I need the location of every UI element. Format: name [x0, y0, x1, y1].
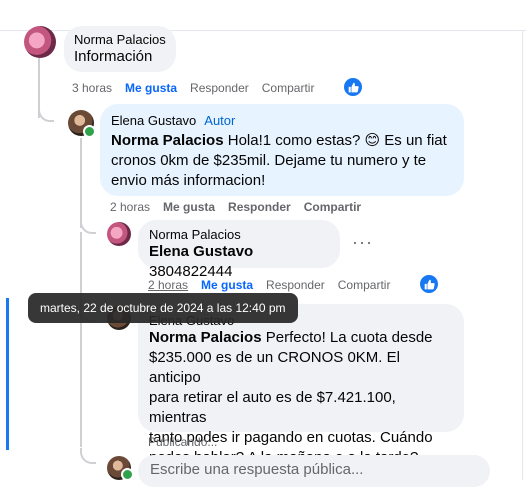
share-button[interactable]: Compartir	[338, 278, 391, 292]
timestamp-tooltip: martes, 22 de octubre de 2024 a las 12:4…	[28, 293, 298, 323]
reply-button[interactable]: Responder	[190, 81, 249, 95]
like-icon[interactable]	[344, 78, 362, 96]
comment-author[interactable]: Elena Gustavo	[111, 113, 196, 128]
like-button[interactable]: Me gusta	[125, 81, 177, 95]
comment-time[interactable]: 3 horas	[72, 81, 112, 95]
mention-link[interactable]: Norma Palacios	[149, 329, 262, 346]
comment-author[interactable]: Norma Palacios	[74, 32, 166, 47]
share-button[interactable]: Compartir	[262, 81, 315, 95]
thread-connector	[38, 106, 54, 122]
comment-text: Elena Gustavo 3804822444	[149, 242, 329, 282]
text-line: $235.000 es de un CRONOS 0KM. El anticip…	[149, 349, 400, 386]
text-line: para retirar el auto es de $7.421.100, m…	[149, 389, 396, 426]
reply-button[interactable]: Responder	[228, 200, 291, 214]
thread-connector	[80, 218, 96, 234]
text-line: Perfecto! La cuota desde	[261, 329, 433, 346]
comment-actions: 3 horas Me gusta Responder Compartir	[72, 81, 327, 95]
avatar[interactable]	[24, 26, 56, 58]
comment-actions: 2 horas Me gusta Responder Compartir	[148, 278, 403, 292]
like-icon[interactable]	[420, 275, 438, 293]
share-button[interactable]: Compartir	[304, 200, 361, 214]
text-line: cronos 0km de $235mil. Dejame tu numero …	[111, 152, 427, 169]
like-button[interactable]: Me gusta	[201, 278, 253, 292]
comment-bubble: Elena Gustavo Norma Palacios Perfecto! L…	[138, 304, 464, 466]
thread-line	[80, 232, 82, 447]
comment-time[interactable]: 2 horas	[148, 278, 188, 292]
mention-link[interactable]: Norma Palacios	[111, 132, 224, 149]
thread-connector	[80, 448, 96, 464]
reply-input[interactable]: Escribe una respuesta pública...	[138, 455, 490, 487]
like-button[interactable]: Me gusta	[163, 200, 215, 214]
panel-edge	[522, 30, 523, 480]
thread-line	[80, 138, 82, 228]
avatar[interactable]	[107, 222, 131, 246]
comment-author[interactable]: Norma Palacios	[149, 227, 329, 242]
mention-link[interactable]: Elena Gustavo	[149, 243, 253, 260]
text-line: envio más informacion!	[111, 172, 266, 189]
comment-text: Norma Palacios Hola!1 como estas? 😊 Es u…	[111, 131, 453, 191]
author-badge: Autor	[204, 113, 236, 128]
reply-button[interactable]: Responder	[266, 278, 325, 292]
comment-bubble: Elena Gustavo Autor Norma Palacios Hola!…	[100, 104, 464, 196]
more-options-icon[interactable]: ···	[352, 232, 373, 253]
posting-status: Publicando...	[148, 435, 218, 449]
focus-indicator	[6, 298, 9, 450]
comment-time[interactable]: 2 horas	[110, 200, 150, 214]
online-status-icon	[83, 125, 96, 138]
online-status-icon	[121, 468, 134, 481]
comment-actions: 2 horas Me gusta Responder Compartir	[110, 200, 374, 214]
comment-bubble: Norma Palacios Información	[64, 26, 176, 72]
comment-bubble: Norma Palacios Elena Gustavo 3804822444	[138, 220, 340, 280]
comment-text: Información	[74, 48, 153, 65]
text-line: Hola!1 como estas? 😊 Es un fiat	[223, 132, 447, 149]
